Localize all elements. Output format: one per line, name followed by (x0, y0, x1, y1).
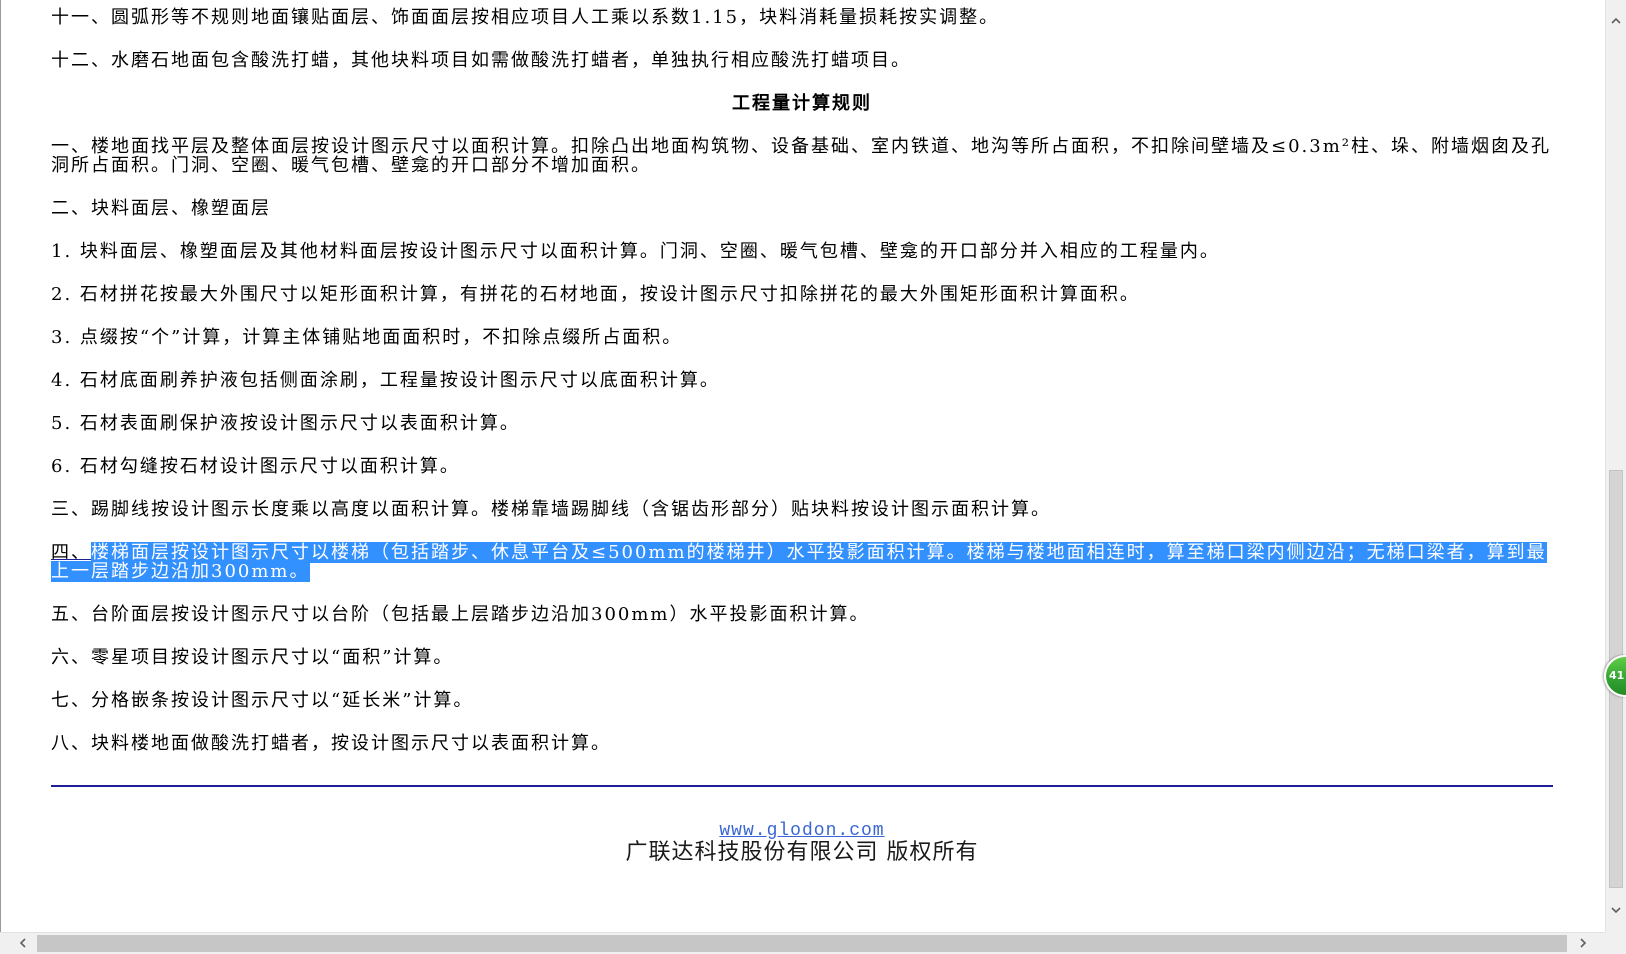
scroll-down-button[interactable] (1606, 888, 1626, 932)
rule-paragraph-6: 六、零星项目按设计图示尺寸以“面积”计算。 (51, 647, 454, 668)
section-title: 工程量计算规则 (732, 93, 872, 114)
chevron-down-icon (1611, 907, 1621, 914)
rule-paragraph-4: 四、楼梯面层按设计图示尺寸以楼梯（包括踏步、休息平台及≤500mm的楼梯井）水平… (51, 542, 1553, 582)
scroll-up-button[interactable] (1606, 0, 1626, 42)
badge-value: 41 (1609, 669, 1625, 682)
horizontal-scroll-thumb[interactable] (37, 935, 1567, 952)
rule-paragraph-1: 一、楼地面找平层及整体面层按设计图示尺寸以面积计算。扣除凸出地面构筑物、设备基础… (51, 136, 1551, 176)
intro-paragraph-11: 十一、圆弧形等不规则地面镶贴面层、饰面面层按相应项目人工乘以系数1.15，块料消… (51, 7, 1000, 28)
scroll-right-button[interactable] (1570, 933, 1605, 954)
rule-item-2-6: 6. 石材勾缝按石材设计图示尺寸以面积计算。 (51, 456, 460, 477)
rule-paragraph-8: 八、块料楼地面做酸洗打蜡者，按设计图示尺寸以表面积计算。 (51, 733, 611, 754)
rule-paragraph-5: 五、台阶面层按设计图示尺寸以台阶（包括最上层踏步边沿加300mm）水平投影面积计… (51, 604, 870, 625)
rule-item-2-1: 1. 块料面层、橡塑面层及其他材料面层按设计图示尺寸以面积计算。门洞、空圈、暖气… (51, 241, 1220, 262)
rule-heading-2: 二、块料面层、橡塑面层 (51, 198, 271, 219)
copyright-notice: 广联达科技股份有限公司 版权所有 (625, 840, 979, 865)
scrollbar-corner (1605, 932, 1626, 954)
selected-text-highlight: 楼梯面层按设计图示尺寸以楼梯（包括踏步、休息平台及≤500mm的楼梯井）水平投影… (51, 542, 1547, 582)
vertical-scrollbar[interactable] (1605, 0, 1626, 932)
footer-link-row: www.glodon.com (51, 819, 1553, 841)
chevron-up-icon (1611, 17, 1621, 24)
document-viewport[interactable]: 十一、圆弧形等不规则地面镶贴面层、饰面面层按相应项目人工乘以系数1.15，块料消… (0, 0, 1605, 932)
document-content: 十一、圆弧形等不规则地面镶贴面层、饰面面层按相应项目人工乘以系数1.15，块料消… (51, 8, 1553, 865)
glodon-website-link[interactable]: www.glodon.com (719, 821, 884, 841)
scroll-left-button[interactable] (0, 933, 37, 954)
chevron-left-icon (19, 938, 26, 948)
rule-item-2-5: 5. 石材表面刷保护液按设计图示尺寸以表面积计算。 (51, 413, 520, 434)
rule-item-2-3: 3. 点缀按“个”计算，计算主体铺贴地面面积时，不扣除点缀所占面积。 (51, 327, 683, 348)
rule-item-2-2: 2. 石材拼花按最大外围尺寸以矩形面积计算，有拼花的石材地面，按设计图示尺寸扣除… (51, 284, 1140, 305)
rule-paragraph-7: 七、分格嵌条按设计图示尺寸以“延长米”计算。 (51, 690, 474, 711)
rule-number-prefix: 四、 (51, 542, 91, 563)
chevron-right-icon (1580, 938, 1587, 948)
footer-divider (51, 785, 1553, 787)
rule-paragraph-3: 三、踢脚线按设计图示长度乘以高度以面积计算。楼梯靠墙踢脚线（含锯齿形部分）贴块料… (51, 499, 1051, 520)
horizontal-scrollbar[interactable] (0, 932, 1605, 954)
intro-paragraph-12: 十二、水磨石地面包含酸洗打蜡，其他块料项目如需做酸洗打蜡者，单独执行相应酸洗打蜡… (51, 50, 911, 71)
rule-item-2-4: 4. 石材底面刷养护液包括侧面涂刷，工程量按设计图示尺寸以底面积计算。 (51, 370, 720, 391)
